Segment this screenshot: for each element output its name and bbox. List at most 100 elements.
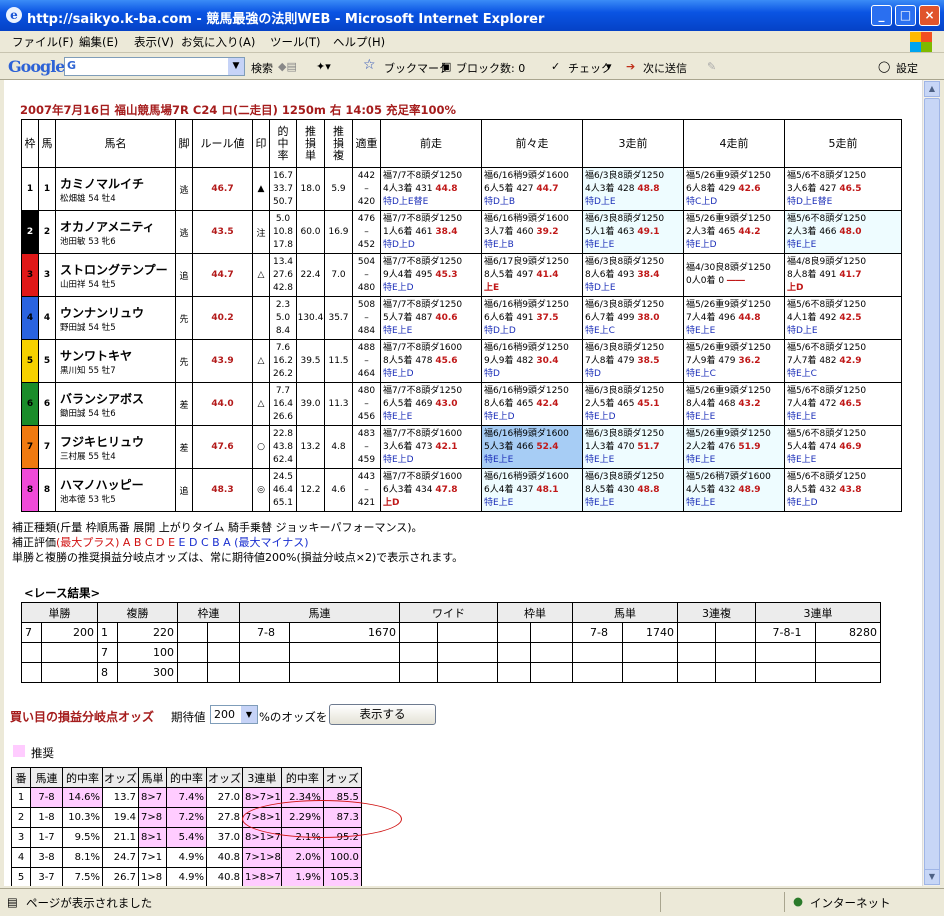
bt-cell: 3-7 <box>30 867 63 886</box>
tekijyu: – <box>364 484 369 495</box>
fuku-cell: 7.0 <box>324 253 353 297</box>
chevron-down-icon[interactable]: ▼ <box>241 706 257 723</box>
past-race-info: 福6/3良8頭ダ1250 <box>585 471 665 482</box>
minimize-button[interactable]: _ <box>871 5 892 26</box>
result-cell: 8280 <box>815 622 881 643</box>
horse-name[interactable]: カミノマルイチ <box>60 175 175 192</box>
bt-cell: 7.5% <box>62 867 103 886</box>
result-cell: 7 <box>21 622 42 643</box>
past-race-eval: 特E上E <box>686 411 716 422</box>
menu-tools[interactable]: ツール(T) <box>270 34 321 50</box>
fuku-cell: 16.9 <box>324 210 353 254</box>
bt-cell: 19.4 <box>102 807 139 828</box>
horse-row: 5 5 サンワトキヤ 黒川知 55 牡7 先 43.9 △ 7.6 16.2 26.2… <box>21 339 902 383</box>
horse-name[interactable]: バランシアボス <box>60 390 175 407</box>
result-cell: 1670 <box>289 622 400 643</box>
horse-name[interactable]: サンワトキヤ <box>60 347 175 364</box>
notes-plus: (最大プラス) A B C D E <box>56 536 176 549</box>
horse-name[interactable]: ウンナンリュウ <box>60 304 175 321</box>
past-race-result: 8人8着 491 <box>787 269 840 280</box>
past-race-info: 福5/26稍7頭ダ1600 <box>686 471 771 482</box>
chevron-down-icon[interactable]: ▾ <box>606 60 612 73</box>
bt-cell: 1 <box>11 787 31 808</box>
past-race-eval: 特D上D <box>484 325 516 336</box>
rule-value: 46.7 <box>192 167 253 211</box>
past-race-cell: 福6/16稍9頭ダ1600 6人5着 427 44.7 特D上B <box>481 167 583 211</box>
past-race-value: 43.8 <box>839 484 862 495</box>
send-to-button[interactable]: 次に送信 <box>643 60 687 76</box>
menu-edit[interactable]: 編集(E) <box>79 34 118 50</box>
past-race-cell: 福5/6不8頭ダ1250 8人5着 432 43.8 特E上D <box>784 468 902 512</box>
google-options-icon[interactable]: ◆▤ <box>278 60 297 73</box>
kyaku-cell: 差 <box>175 425 193 469</box>
notes-line-3: 単勝と複勝の推奨損益分岐点オッズは、常に期待値200%(損益分岐点×2)で表示さ… <box>12 551 464 564</box>
menu-favorites[interactable]: お気に入り(A) <box>181 34 255 50</box>
bt-cell: 9.5% <box>62 827 103 848</box>
scroll-down-icon[interactable]: ▼ <box>924 869 940 885</box>
past-race-info: 福6/3良8頭ダ1250 <box>585 256 665 267</box>
past-race-eval: 特E上E <box>686 325 716 336</box>
google-toolbar: Google G ▼ 検索 ◆▤ ✦▾ ☆ ブックマーク ▣ ブロック数: 0 … <box>0 53 944 80</box>
horse-name[interactable]: ハマノハッピー <box>60 476 175 493</box>
bt-cell: 1.9% <box>280 867 324 886</box>
scroll-thumb[interactable] <box>924 98 940 878</box>
kyaku-cell: 追 <box>175 468 193 512</box>
scroll-up-icon[interactable]: ▲ <box>924 81 940 97</box>
bt-cell: 21.1 <box>102 827 139 848</box>
past-race-value: 36.2 <box>738 355 761 366</box>
google-g-icon: G <box>67 59 77 72</box>
horse-name[interactable]: オカノアメニティ <box>60 218 175 235</box>
past-race-eval: 特E上D <box>383 368 414 379</box>
popup-blocked-count[interactable]: ブロック数: 0 <box>456 60 525 76</box>
settings-button[interactable]: 設定 <box>896 60 918 76</box>
tekijyu: 452 <box>357 239 376 250</box>
past-race-info: 福6/3良8頭ダ1250 <box>585 385 665 396</box>
bt-cell: 8>1 <box>138 827 167 848</box>
result-cell: 100 <box>117 642 178 663</box>
status-bar: ▤ ページが表示されました ● インターネット <box>0 888 944 916</box>
result-col-tansho: 単勝 <box>21 602 98 623</box>
result-table: 単勝 複勝 枠連 馬連 ワイド 枠単 馬単 3連複 3連単 7 200 1 220 … <box>21 602 881 683</box>
kyaku-cell: 差 <box>175 382 193 426</box>
past-race-info: 福5/26重9頭ダ1250 <box>686 170 771 181</box>
show-button[interactable]: 表示する <box>329 704 436 725</box>
past-race-eval: 特D上E <box>585 282 616 293</box>
tan-cell: 60.0 <box>296 210 325 254</box>
past-race-eval: 特E上D <box>484 411 515 422</box>
past-race-value: 45.6 <box>435 355 458 366</box>
fuku-cell: 5.9 <box>324 167 353 211</box>
puzzle-icon[interactable]: ✦▾ <box>316 60 331 73</box>
past-race-info: 福5/26重9頭ダ1250 <box>686 428 771 439</box>
google-search-button[interactable]: 検索 <box>251 60 273 76</box>
result-col-umatan: 馬単 <box>572 602 678 623</box>
menu-view[interactable]: 表示(V) <box>134 34 174 50</box>
past-race-info: 福7/7不8頭ダ1600 <box>383 471 463 482</box>
past-race-result: 6人7着 499 <box>585 312 638 323</box>
past-race-result: 5人7着 487 <box>383 312 436 323</box>
close-button[interactable]: × <box>919 5 940 26</box>
maximize-button[interactable]: □ <box>895 5 916 26</box>
expect-select[interactable]: 200 ▼ <box>210 705 258 724</box>
horse-row: 8 8 ハマノハッピー 池本徳 53 牝5 追 48.3 ◎ 24.5 46.4 65… <box>21 468 902 512</box>
dropdown-arrow-icon[interactable]: ▼ <box>228 58 244 75</box>
page-content: 2007年7月16日 福山競馬場7R C24 ロ(二走目) 1250m 右 14… <box>4 80 922 886</box>
tekijyu: 464 <box>357 368 376 379</box>
menu-file[interactable]: ファイル(F) <box>12 34 74 50</box>
tekijyu: 488 <box>357 342 376 353</box>
horse-name[interactable]: フジキヒリュウ <box>60 433 175 450</box>
window-titlebar: e http://saikyo.k-ba.com - 競馬最強の法則WEB - … <box>0 0 944 31</box>
horse-name[interactable]: ストロングテンプー <box>60 261 175 278</box>
google-logo: Google <box>8 57 65 76</box>
past-race-info: 福5/26重9頭ダ1250 <box>686 213 771 224</box>
vertical-scrollbar[interactable]: ▲ ▼ <box>922 80 940 886</box>
mark-cell: △ <box>252 253 270 297</box>
google-search-input[interactable]: G ▼ <box>64 57 245 76</box>
result-cell <box>41 642 98 663</box>
highlighter-icon[interactable]: ✎ <box>707 60 716 73</box>
past-race-result: 2人3着 466 <box>787 226 840 237</box>
past-race-info: 福6/3良8頭ダ1250 <box>585 299 665 310</box>
past-race-result: 6人8着 429 <box>686 183 739 194</box>
past-race-eval: 特E上E <box>383 411 413 422</box>
menu-help[interactable]: ヘルプ(H) <box>333 34 385 50</box>
bt-col-odds2: オッズ <box>206 767 243 788</box>
